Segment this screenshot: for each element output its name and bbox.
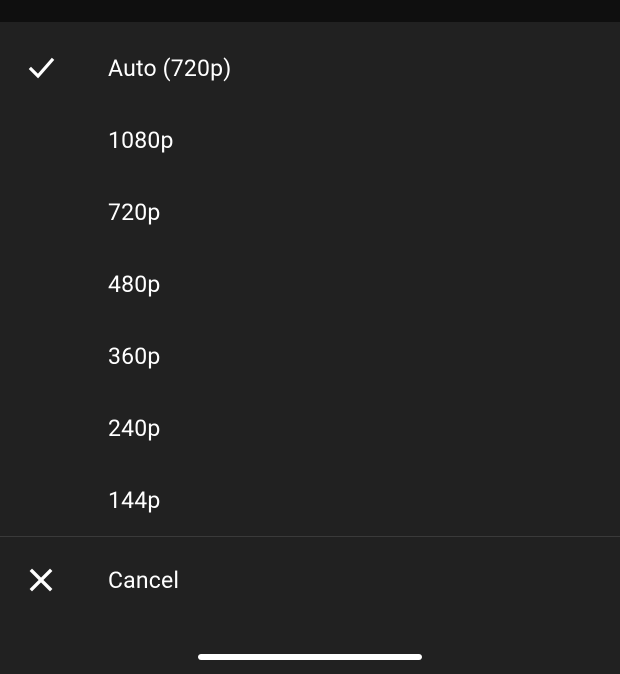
cancel-button[interactable]: Cancel — [0, 537, 620, 623]
quality-options-list: Auto (720p) 1080p 720p 480p 360p 240p 14… — [0, 22, 620, 536]
home-indicator — [198, 654, 422, 660]
quality-option-480p[interactable]: 480p — [0, 248, 620, 320]
close-icon — [26, 565, 56, 595]
quality-option-label: Auto (720p) — [108, 55, 231, 82]
quality-option-label: 144p — [108, 487, 161, 514]
checkmark-icon — [26, 53, 56, 83]
quality-option-label: 360p — [108, 343, 161, 370]
quality-option-240p[interactable]: 240p — [0, 392, 620, 464]
quality-option-auto[interactable]: Auto (720p) — [0, 32, 620, 104]
cancel-label: Cancel — [108, 567, 179, 594]
quality-option-1080p[interactable]: 1080p — [0, 104, 620, 176]
quality-option-label: 240p — [108, 415, 161, 442]
status-bar — [0, 0, 620, 22]
quality-option-label: 1080p — [108, 127, 174, 154]
quality-action-sheet: Auto (720p) 1080p 720p 480p 360p 240p 14… — [0, 22, 620, 674]
quality-option-720p[interactable]: 720p — [0, 176, 620, 248]
quality-option-label: 480p — [108, 271, 161, 298]
quality-option-label: 720p — [108, 199, 161, 226]
quality-option-360p[interactable]: 360p — [0, 320, 620, 392]
quality-option-144p[interactable]: 144p — [0, 464, 620, 536]
